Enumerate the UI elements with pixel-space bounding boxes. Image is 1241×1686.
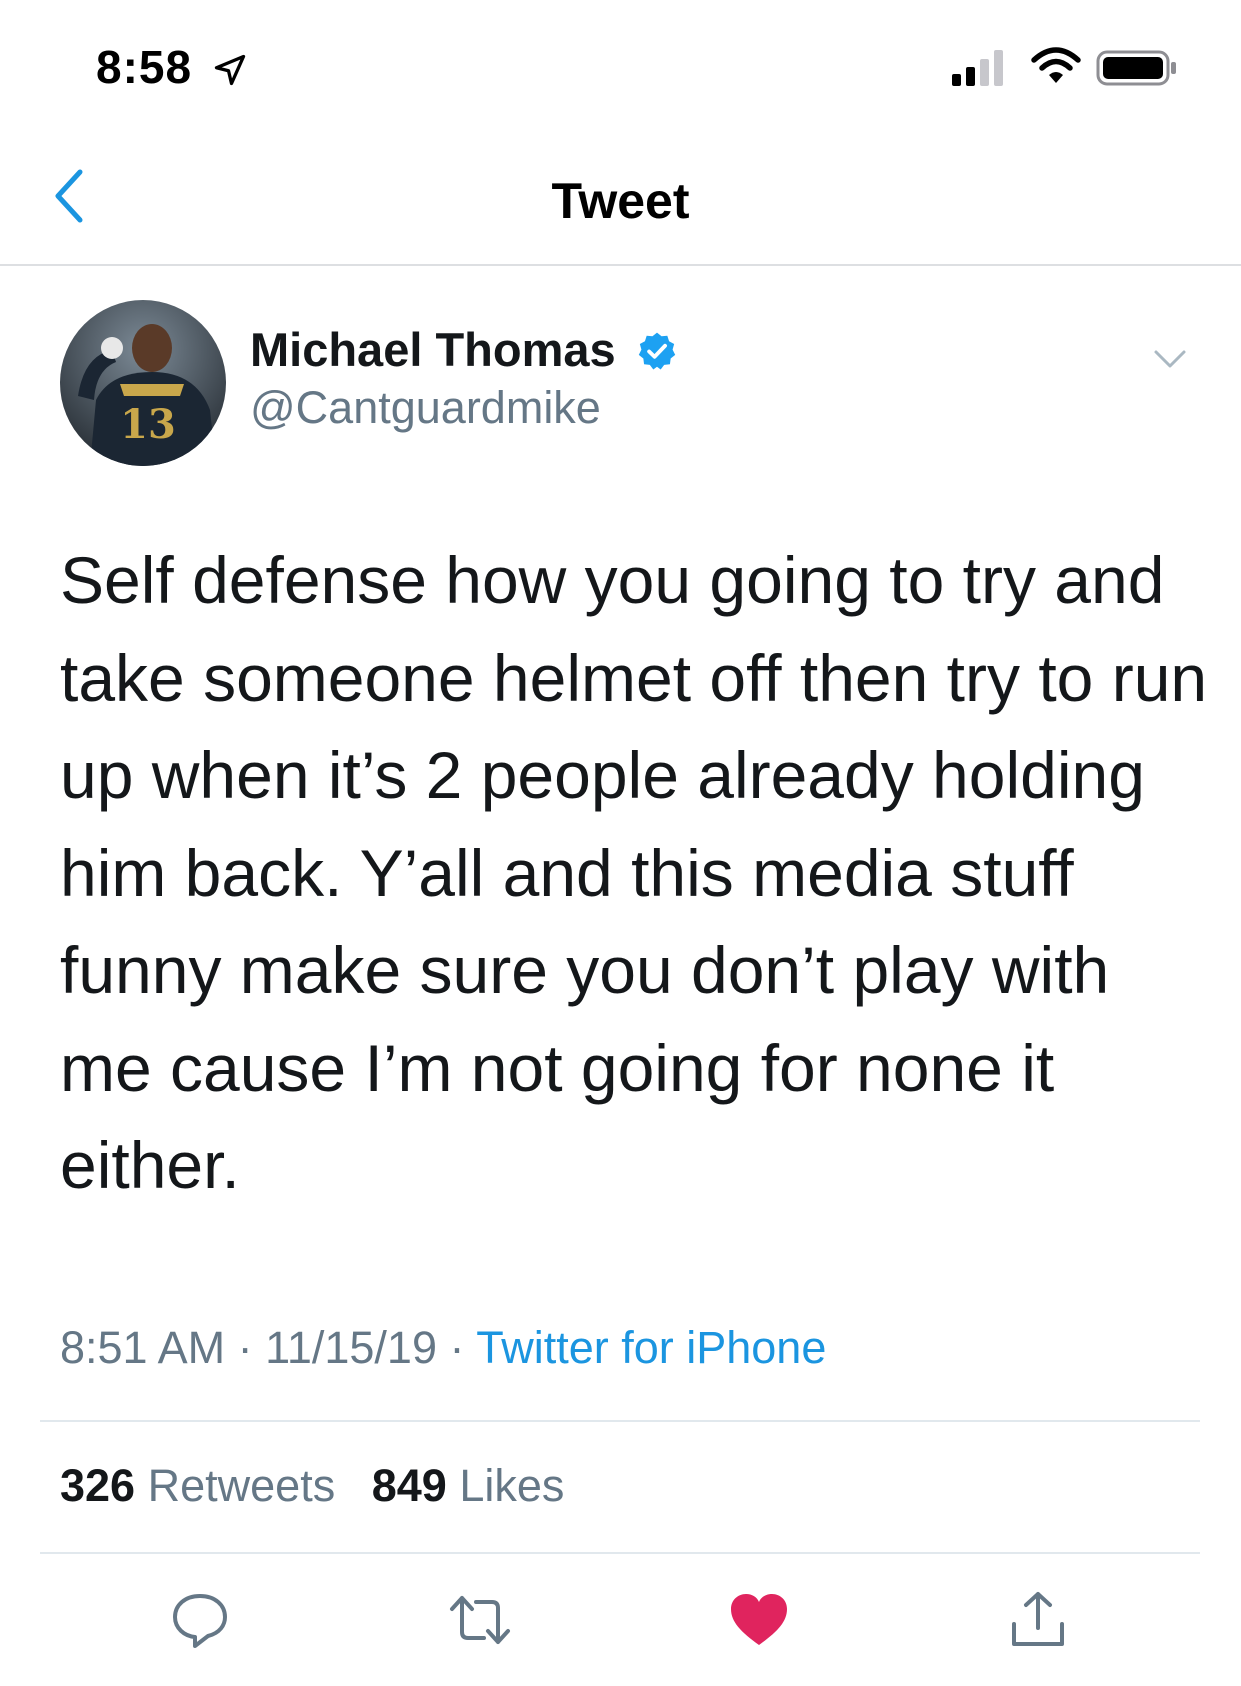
tweet-stats: 326 Retweets 849 Likes — [60, 1460, 588, 1512]
tweet-meta: 8:51 AM · 11/15/19 · Twitter for iPhone — [60, 1322, 826, 1374]
nav-bar: Tweet — [0, 130, 1241, 266]
wifi-icon — [1031, 47, 1081, 83]
author-handle[interactable]: @Cantguardmike — [250, 382, 601, 434]
divider — [40, 1420, 1200, 1422]
tweet-text: Self defense how you going to try and ta… — [60, 543, 1226, 1202]
retweet-icon[interactable] — [448, 1588, 512, 1652]
likes-stat[interactable]: 849 Likes — [372, 1460, 565, 1511]
avatar-image: 13 — [60, 300, 226, 466]
tweet-source-link[interactable]: Twitter for iPhone — [476, 1322, 826, 1373]
reply-icon[interactable] — [168, 1588, 232, 1652]
tweet-time: 8:51 AM — [60, 1322, 226, 1373]
avatar[interactable]: 13 — [60, 300, 226, 466]
battery-icon — [1096, 50, 1176, 86]
status-time: 8:58 — [96, 41, 193, 93]
page-title: Tweet — [551, 173, 690, 229]
status-bar: 8:58 — [0, 0, 1241, 130]
likes-count: 849 — [371, 1460, 447, 1511]
signal-icon — [952, 50, 1003, 86]
share-icon[interactable] — [1006, 1588, 1070, 1652]
svg-text:13: 13 — [120, 401, 176, 448]
heart-icon[interactable] — [727, 1588, 791, 1652]
divider — [40, 1552, 1200, 1554]
retweets-label: Retweets — [147, 1460, 336, 1511]
likes-label: Likes — [459, 1460, 565, 1511]
retweets-count: 326 — [60, 1460, 136, 1511]
verified-badge-icon — [638, 332, 676, 370]
chevron-down-icon[interactable] — [1150, 340, 1190, 380]
retweets-stat[interactable]: 326 Retweets — [60, 1460, 335, 1511]
meta-separator: · — [449, 1322, 465, 1373]
tweet-date: 11/15/19 — [265, 1322, 437, 1373]
meta-separator: · — [237, 1322, 253, 1373]
author-name[interactable]: Michael Thomas — [250, 322, 616, 377]
location-arrow-icon — [214, 54, 246, 86]
